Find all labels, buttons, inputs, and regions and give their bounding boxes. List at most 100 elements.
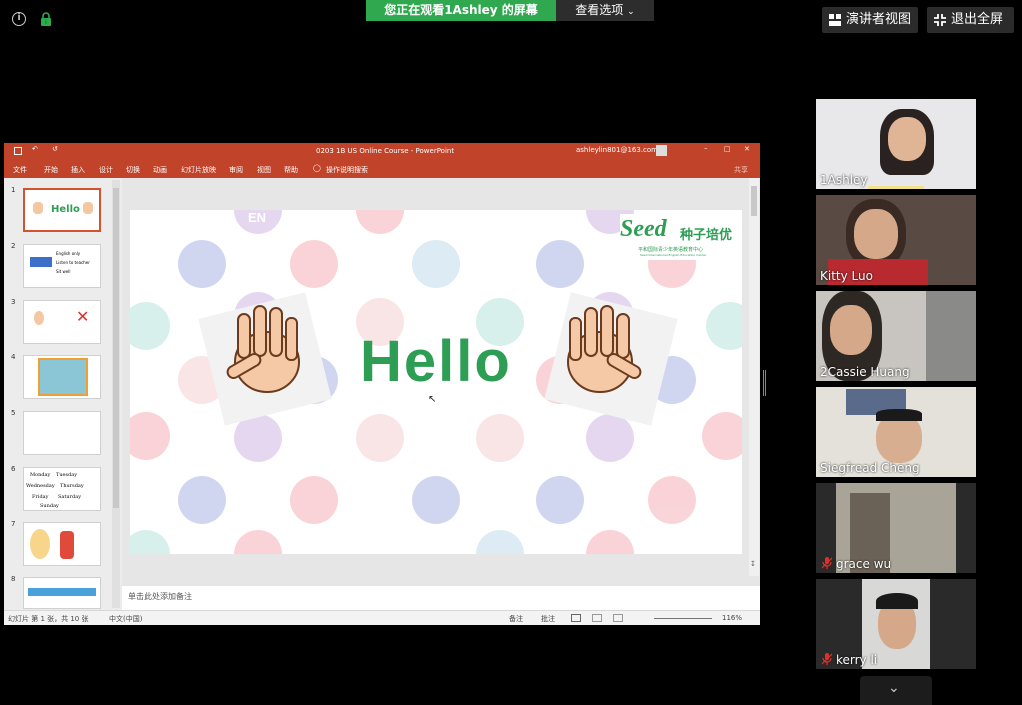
lock-icon[interactable]	[39, 12, 53, 26]
participant-tile[interactable]: kerry li	[816, 579, 976, 669]
ppt-status-bar: 幻灯片 第 1 张，共 10 张 中文(中国) 备注 批注 116%	[4, 610, 760, 625]
participant-tile[interactable]: grace wu	[816, 483, 976, 573]
slide-thumb-1[interactable]: Hello	[23, 188, 101, 232]
slide-thumb-5[interactable]	[23, 411, 101, 455]
thumb-day: Saturday	[58, 494, 82, 500]
slide-thumb-7[interactable]	[23, 522, 101, 566]
x-mark-icon: ✕	[76, 307, 90, 326]
ppt-title-bar: ↶ ↺ 0203 1B US Online Course - PowerPoin…	[4, 143, 760, 160]
mouse-cursor-icon: ↖	[428, 394, 437, 405]
minimize-icon[interactable]: –	[704, 144, 708, 152]
slide-scrollbar[interactable]: ↧	[749, 178, 759, 576]
slide-thumb-3[interactable]: ✕	[23, 300, 101, 344]
thumb-day: Sunday	[40, 503, 59, 509]
screen-share-banner: 您正在观看1Ashley 的屏幕	[366, 0, 556, 21]
participant-name: 2Cassie Huang	[820, 365, 910, 379]
logo-subtitle: 平和国际青少年英语教育中心	[638, 247, 704, 253]
slide-counter: 幻灯片 第 1 张，共 10 张	[8, 615, 89, 623]
gallery-scroll-down-button[interactable]: ⌄	[860, 676, 932, 705]
redo-icon[interactable]: ↺	[52, 145, 58, 153]
tab-slideshow[interactable]: 幻灯片放映	[181, 165, 216, 175]
thumb-day: Wednesday	[26, 483, 55, 489]
thumbnail-scrollbar[interactable]	[112, 180, 120, 608]
language-indicator[interactable]: 中文(中国)	[109, 614, 142, 624]
thumb-rule-3: Sit well	[56, 269, 71, 274]
reading-view-icon[interactable]	[613, 614, 623, 622]
presenter-view-button[interactable]: 演讲者视图	[822, 7, 918, 33]
account-email[interactable]: ashleylin801@163.com	[576, 146, 658, 154]
tab-review[interactable]: 审阅	[229, 165, 243, 175]
participant-tile[interactable]: Kitty Luo	[816, 195, 976, 285]
participant-tile[interactable]: Siegfread Cheng	[816, 387, 976, 477]
ppt-title: 0203 1B US Online Course - PowerPoint	[316, 147, 455, 155]
thumb-day: Thursday	[60, 483, 84, 489]
next-slide-icon[interactable]: ↧	[750, 560, 756, 568]
notes-toggle[interactable]: 备注	[509, 614, 523, 624]
participant-name: kerry li	[836, 653, 878, 667]
video-feed	[888, 117, 926, 161]
save-icon[interactable]	[14, 147, 22, 155]
slide-thumb-8[interactable]	[23, 577, 101, 609]
zoom-level[interactable]: 116%	[722, 614, 742, 622]
logo-cn-text: 种子培优	[680, 228, 733, 243]
video-feed	[876, 593, 918, 609]
hand-icon	[83, 202, 93, 214]
right-hand-icon	[544, 292, 678, 426]
undo-icon[interactable]: ↶	[32, 145, 38, 153]
thumb-number: 7	[11, 520, 16, 528]
exit-fullscreen-icon	[934, 14, 946, 26]
view-options-button[interactable]: 查看选项 ⌄	[556, 0, 654, 21]
slide-thumb-6[interactable]: Monday Tuesday Wednesday Thursday Friday…	[23, 467, 101, 511]
info-icon[interactable]: i	[12, 12, 26, 26]
exit-fullscreen-button[interactable]: 退出全屏	[927, 7, 1014, 33]
participant-name: Siegfread Cheng	[820, 461, 920, 475]
tab-help[interactable]: 帮助	[284, 165, 298, 175]
logo-subtitle-en: Seed International English Education Cen…	[640, 253, 707, 257]
zoom-meeting-window: i 您正在观看1Ashley 的屏幕 查看选项 ⌄ 演讲者视图 退出全屏 ↶ ↺…	[0, 0, 1022, 705]
thumb-number: 2	[11, 242, 16, 250]
video-feed	[926, 291, 976, 381]
thumb-number: 1	[11, 186, 16, 194]
arrow-icon	[30, 257, 52, 267]
slide-thumb-4[interactable]	[23, 355, 101, 399]
avatar[interactable]	[656, 145, 667, 156]
tab-transitions[interactable]: 切换	[126, 165, 140, 175]
restore-icon[interactable]: □	[724, 145, 731, 153]
speaker-notes[interactable]: 单击此处添加备注	[122, 586, 760, 610]
close-icon[interactable]: ✕	[744, 145, 750, 153]
tab-animations[interactable]: 动画	[153, 165, 167, 175]
participant-tile[interactable]: 2Cassie Huang	[816, 291, 976, 381]
thumb-day: Tuesday	[56, 472, 78, 478]
tab-file[interactable]: 文件	[13, 165, 27, 175]
banner-image	[28, 588, 96, 596]
slide-thumbnail-panel: 1 Hello 2 English only Listen to teacher…	[4, 178, 122, 610]
slide-thumb-2[interactable]: English only Listen to teacher Sit well	[23, 244, 101, 288]
tab-insert[interactable]: 插入	[71, 165, 85, 175]
tab-home[interactable]: 开始	[44, 165, 58, 175]
kids-illustration	[60, 531, 74, 559]
chevron-down-icon: ⌄	[627, 7, 635, 17]
share-button[interactable]: 共享	[734, 165, 748, 175]
current-slide[interactable]: EN Hello Seed 种子培优 平和国际青少年英语教育中心 Seed In…	[130, 210, 742, 554]
splitter-handle[interactable]	[763, 370, 766, 396]
video-feed	[830, 305, 872, 355]
slide-watermark: EN	[248, 210, 267, 225]
zoom-slider[interactable]	[654, 618, 712, 619]
thumb-number: 3	[11, 298, 16, 306]
participant-name: Kitty Luo	[820, 269, 873, 283]
presenter-view-label: 演讲者视图	[846, 12, 912, 27]
normal-view-icon[interactable]	[571, 614, 581, 622]
tab-view[interactable]: 视图	[257, 165, 271, 175]
participant-tile[interactable]: 1Ashley	[816, 99, 976, 189]
thumb-rule-2: Listen to teacher	[56, 260, 90, 265]
thumb-day: Friday	[32, 494, 49, 500]
tab-design[interactable]: 设计	[99, 165, 113, 175]
tell-me-search[interactable]: 操作说明搜索	[326, 165, 368, 175]
hand-icon	[33, 202, 43, 214]
comments-toggle[interactable]: 批注	[541, 614, 555, 624]
slide-sorter-icon[interactable]	[592, 614, 602, 622]
thumb-number: 4	[11, 353, 16, 361]
lightbulb-icon: ◯	[313, 164, 321, 172]
thumb-number: 6	[11, 465, 16, 473]
left-hand-icon	[198, 292, 332, 426]
